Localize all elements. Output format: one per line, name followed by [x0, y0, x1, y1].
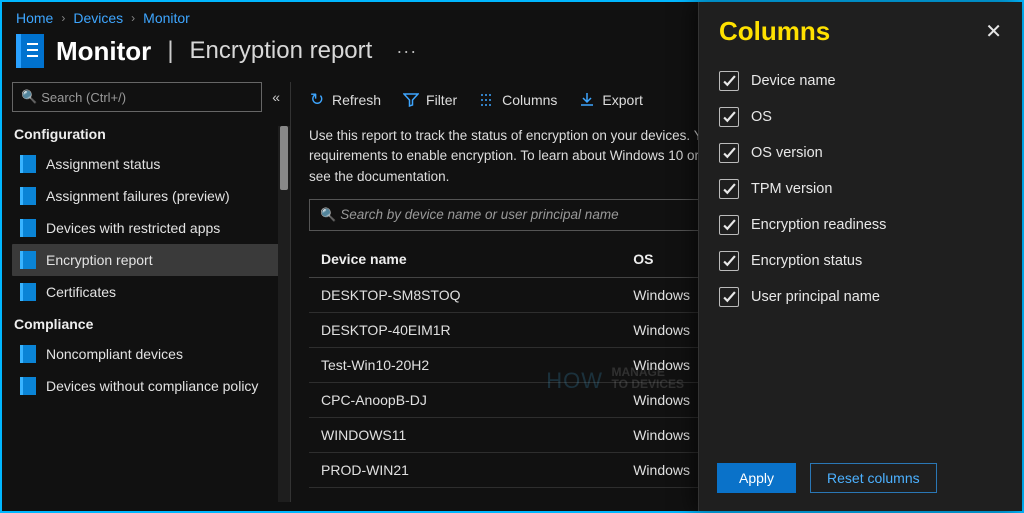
columns-panel: Columns ✕ Device name OS OS version TPM ver…	[698, 2, 1022, 511]
sidebar-item-assignment-failures[interactable]: Assignment failures (preview)	[12, 180, 280, 212]
sidebar-item-without-policy[interactable]: Devices without compliance policy	[12, 370, 280, 402]
chevron-right-icon: ›	[131, 11, 135, 25]
checkbox-icon[interactable]	[719, 179, 739, 199]
column-option[interactable]: Device name	[713, 63, 1008, 99]
home-crumb[interactable]: Home	[16, 10, 53, 26]
column-option-label: User principal name	[751, 289, 880, 305]
column-option[interactable]: OS version	[713, 135, 1008, 171]
sidebar-item-label: Encryption report	[46, 252, 153, 268]
cell-device: DESKTOP-40EIM1R	[309, 312, 621, 347]
checkbox-icon[interactable]	[719, 71, 739, 91]
doc-icon	[20, 251, 36, 269]
title-separator: |	[167, 37, 173, 65]
doc-icon	[20, 345, 36, 363]
column-option[interactable]: User principal name	[713, 279, 1008, 315]
more-actions-icon[interactable]: ···	[396, 41, 417, 62]
column-option-label: TPM version	[751, 181, 832, 197]
sidebar-item-label: Certificates	[46, 284, 116, 300]
column-option-label: OS	[751, 109, 772, 125]
cell-device: WINDOWS11	[309, 417, 621, 452]
checkbox-icon[interactable]	[719, 107, 739, 127]
column-option-label: Encryption status	[751, 253, 862, 269]
search-icon: 🔍	[320, 207, 336, 223]
apply-button[interactable]: Apply	[717, 463, 796, 493]
sidebar-item-restricted-apps[interactable]: Devices with restricted apps	[12, 212, 280, 244]
sidebar-search[interactable]: 🔍	[12, 82, 262, 112]
page-title: Monitor	[56, 36, 151, 67]
column-option-label: Device name	[751, 73, 836, 89]
sidebar-item-assignment-status[interactable]: Assignment status	[12, 148, 280, 180]
sidebar-search-input[interactable]	[41, 90, 253, 105]
sidebar-item-label: Noncompliant devices	[46, 346, 183, 362]
doc-icon	[20, 283, 36, 301]
sidebar-scrollbar[interactable]	[278, 126, 290, 502]
export-label: Export	[602, 92, 642, 108]
monitor-crumb[interactable]: Monitor	[143, 10, 190, 26]
doc-icon	[20, 219, 36, 237]
section-compliance: Compliance	[14, 316, 278, 332]
devices-crumb[interactable]: Devices	[73, 10, 123, 26]
checkbox-icon[interactable]	[719, 215, 739, 235]
sidebar-item-encryption-report[interactable]: Encryption report	[12, 244, 280, 276]
columns-button[interactable]: Columns	[479, 92, 557, 108]
close-icon[interactable]: ✕	[985, 19, 1002, 44]
refresh-label: Refresh	[332, 92, 381, 108]
refresh-icon: ↻	[309, 92, 325, 108]
cell-device: PROD-WIN21	[309, 452, 621, 487]
doc-icon	[20, 377, 36, 395]
column-option-label: Encryption readiness	[751, 217, 886, 233]
sidebar-item-label: Devices without compliance policy	[46, 378, 258, 394]
doc-icon	[20, 187, 36, 205]
checkbox-icon[interactable]	[719, 251, 739, 271]
col-device[interactable]: Device name	[309, 241, 621, 278]
checkbox-icon[interactable]	[719, 143, 739, 163]
column-option-label: OS version	[751, 145, 823, 161]
sidebar-item-label: Assignment failures (preview)	[46, 188, 230, 204]
cell-device: CPC-AnoopB-DJ	[309, 382, 621, 417]
sidebar: 🔍 « Configuration Assignment status Assi…	[2, 82, 290, 502]
sidebar-item-label: Devices with restricted apps	[46, 220, 220, 236]
filter-label: Filter	[426, 92, 457, 108]
reset-columns-button[interactable]: Reset columns	[810, 463, 937, 493]
column-option[interactable]: TPM version	[713, 171, 1008, 207]
cell-device: Test-Win10-20H2	[309, 347, 621, 382]
column-option[interactable]: OS	[713, 99, 1008, 135]
filter-icon	[403, 92, 419, 108]
sidebar-item-certificates[interactable]: Certificates	[12, 276, 280, 308]
export-icon	[579, 92, 595, 108]
scroll-thumb[interactable]	[280, 126, 288, 190]
page-subtitle: Encryption report	[190, 37, 373, 65]
doc-icon	[20, 155, 36, 173]
columns-label: Columns	[502, 92, 557, 108]
chevron-right-icon: ›	[61, 11, 65, 25]
refresh-button[interactable]: ↻ Refresh	[309, 92, 381, 108]
filter-button[interactable]: Filter	[403, 92, 457, 108]
cell-device: DESKTOP-SM8STOQ	[309, 277, 621, 312]
checkbox-icon[interactable]	[719, 287, 739, 307]
columns-panel-title: Columns	[719, 16, 830, 47]
sidebar-item-label: Assignment status	[46, 156, 160, 172]
section-configuration: Configuration	[14, 126, 278, 142]
column-option[interactable]: Encryption readiness	[713, 207, 1008, 243]
column-option[interactable]: Encryption status	[713, 243, 1008, 279]
export-button[interactable]: Export	[579, 92, 642, 108]
collapse-sidebar-icon[interactable]: «	[272, 89, 280, 105]
search-icon: 🔍	[21, 89, 37, 105]
sidebar-item-noncompliant[interactable]: Noncompliant devices	[12, 338, 280, 370]
monitor-icon	[16, 34, 44, 68]
columns-icon	[479, 92, 495, 108]
